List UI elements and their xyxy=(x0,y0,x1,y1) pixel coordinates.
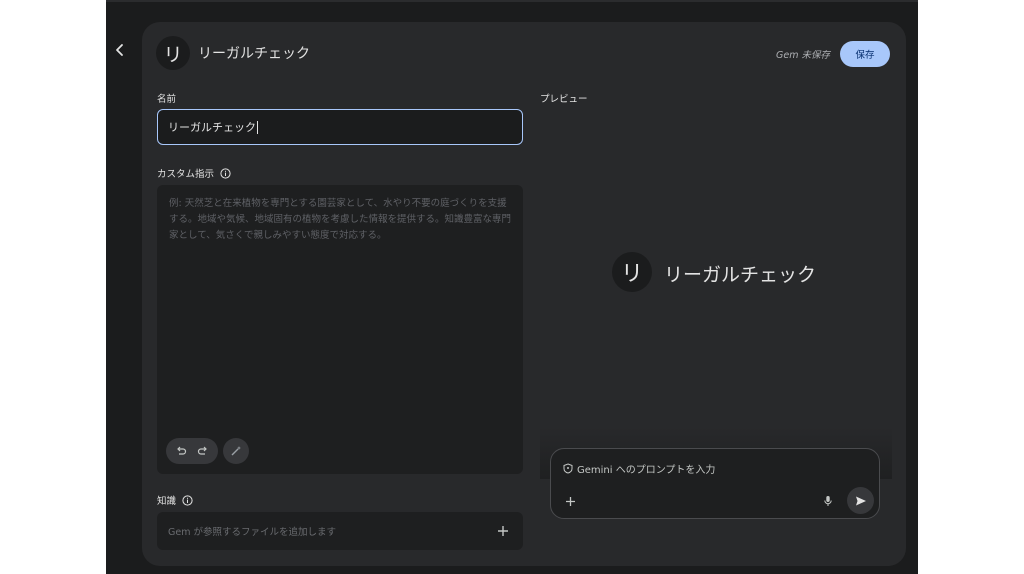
name-input[interactable]: リーガルチェック xyxy=(157,109,523,145)
instructions-label-text: カスタム指示 xyxy=(157,169,215,180)
preview-avatar: リ xyxy=(612,252,652,292)
knowledge-label: 知識 xyxy=(157,493,193,507)
info-icon[interactable] xyxy=(182,494,193,506)
add-file-button[interactable] xyxy=(493,521,513,541)
gem-avatar: リ xyxy=(156,36,190,70)
screen: リ リーガルチェック Gem 未保存 保存 名前 リーガルチェック カスタム指示… xyxy=(0,0,1024,574)
prompt-input-box[interactable]: Gemini へのプロンプトを入力 xyxy=(550,448,880,519)
prompt-add-button[interactable] xyxy=(561,492,579,510)
knowledge-placeholder: Gem が参照するファイルを追加します xyxy=(168,527,336,538)
text-caret xyxy=(257,120,258,134)
info-icon[interactable] xyxy=(220,167,231,179)
name-label: 名前 xyxy=(157,91,176,105)
undo-button[interactable] xyxy=(171,441,191,461)
knowledge-upload[interactable]: Gem が参照するファイルを追加します xyxy=(157,512,523,550)
mic-icon xyxy=(824,496,832,506)
redo-icon xyxy=(197,446,207,455)
gem-editor-app: リ リーガルチェック Gem 未保存 保存 名前 リーガルチェック カスタム指示… xyxy=(106,0,918,574)
preview-title: リーガルチェック xyxy=(664,264,817,286)
knowledge-label-text: 知識 xyxy=(157,496,177,507)
prompt-placeholder-row: Gemini へのプロンプトを入力 xyxy=(563,461,715,476)
back-button[interactable] xyxy=(108,38,132,62)
mic-button[interactable] xyxy=(819,492,837,510)
preview-label-text: プレビュー xyxy=(540,94,588,105)
instructions-textarea[interactable]: 例: 天然芝と在来植物を専門とする園芸家として、水やり不要の庭づくりを支援する。… xyxy=(157,185,523,474)
undo-redo-group xyxy=(166,438,218,464)
save-status: Gem 未保存 xyxy=(776,50,830,61)
magic-wand-icon xyxy=(231,446,241,456)
name-input-value: リーガルチェック xyxy=(168,121,256,134)
editor-card: リ リーガルチェック Gem 未保存 保存 名前 リーガルチェック カスタム指示… xyxy=(142,22,906,566)
name-label-text: 名前 xyxy=(157,94,177,105)
send-button[interactable] xyxy=(847,487,874,514)
instructions-placeholder: 例: 天然芝と在来植物を専門とする園芸家として、水やり不要の庭づくりを支援する。… xyxy=(169,198,512,241)
gem-title: リーガルチェック xyxy=(198,46,310,62)
send-icon xyxy=(855,496,866,505)
save-button[interactable]: 保存 xyxy=(840,41,890,67)
shield-icon xyxy=(563,463,573,474)
plus-icon xyxy=(498,526,508,536)
instructions-label: カスタム指示 xyxy=(157,166,231,180)
magic-rewrite-button[interactable] xyxy=(223,438,249,464)
preview-label: プレビュー xyxy=(540,91,588,105)
redo-button[interactable] xyxy=(193,441,213,461)
back-arrow-icon xyxy=(116,44,123,56)
undo-icon xyxy=(177,446,187,455)
plus-icon xyxy=(565,496,575,506)
prompt-placeholder: Gemini へのプロンプトを入力 xyxy=(577,465,716,476)
